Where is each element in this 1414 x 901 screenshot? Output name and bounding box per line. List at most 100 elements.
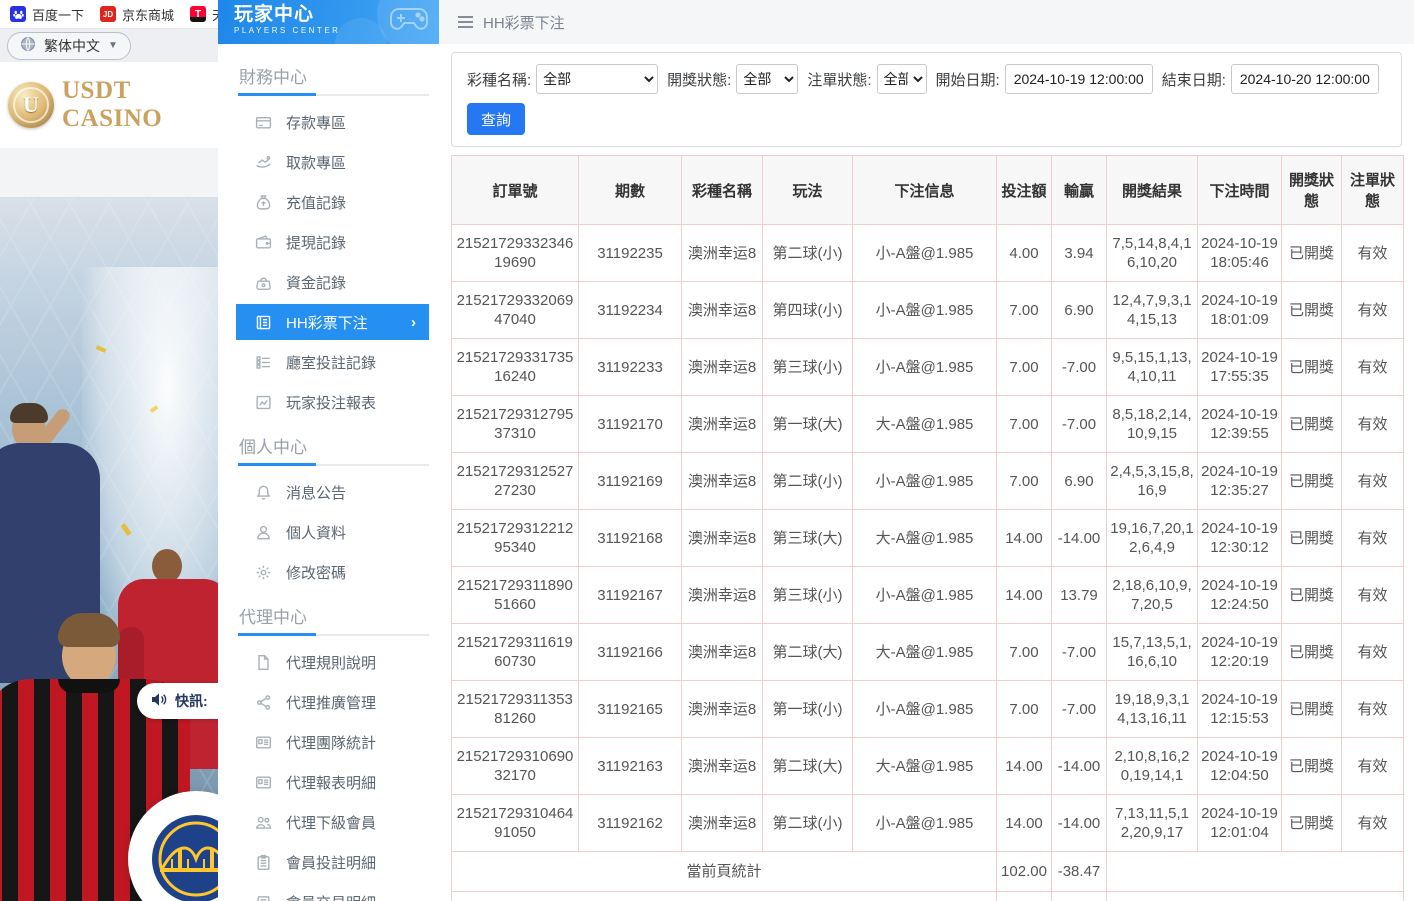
sidebar-item-取款專區[interactable]: 取款專區 <box>218 142 439 182</box>
table-cell: 2024-10-19 12:20:19 <box>1198 624 1282 681</box>
sidebar-item-代理規則說明[interactable]: 代理規則說明 <box>218 642 439 682</box>
sidebar-item-廳室投註記錄[interactable]: 廳室投註記錄 <box>218 342 439 382</box>
filter-panel: 彩種名稱: 全部 開獎狀態: 全部 注單狀態: 全部 開始日期: 結束日期: <box>451 52 1402 147</box>
sidebar-item-會員投註明細[interactable]: 會員投註明細 <box>218 842 439 882</box>
table-cell: 7.00 <box>997 396 1052 453</box>
table-cell: 第二球(小) <box>763 453 853 510</box>
table-cell: 2024-10-19 12:15:53 <box>1198 681 1282 738</box>
table-cell: 已開獎 <box>1282 282 1342 339</box>
sidebar-section-title: 財務中心 <box>218 58 439 94</box>
sidebar-item-會員交易明細[interactable]: 會員交易明細 <box>218 882 439 901</box>
summary-row: 總統計102.00-38.47 <box>452 892 1404 901</box>
table-cell: 有效 <box>1342 624 1404 681</box>
sidebar-item-提現記錄[interactable]: 提現記錄 <box>218 222 439 262</box>
gamepad-icon <box>389 5 429 36</box>
table-cell: 6.90 <box>1052 453 1107 510</box>
table-cell: 澳洲幸运8 <box>682 225 763 282</box>
sidebar-item-個人資料[interactable]: 個人資料 <box>218 512 439 552</box>
table-cell: 已開獎 <box>1282 225 1342 282</box>
main-content: HH彩票下注 彩種名稱: 全部 開獎狀態: 全部 注單狀態: 全部 開始日期: <box>439 0 1414 901</box>
bookmark-item[interactable]: 百度一下 <box>10 5 84 24</box>
language-label: 繁体中文 <box>44 36 100 56</box>
sidebar-item-充值記錄[interactable]: 充值記錄 <box>218 182 439 222</box>
bookmarks-bar: 百度一下 JD京东商城 T天猫 <box>0 0 218 28</box>
start-date-input[interactable] <box>1005 64 1153 94</box>
table-cell: 澳洲幸运8 <box>682 567 763 624</box>
table-cell: 有效 <box>1342 795 1404 852</box>
table-cell: 有效 <box>1342 225 1404 282</box>
table-cell: 澳洲幸运8 <box>682 624 763 681</box>
table-cell: 大-A盤@1.985 <box>853 396 997 453</box>
agent-promo-share-icon <box>255 694 272 711</box>
order-status-select[interactable]: 全部 <box>877 64 927 94</box>
table-cell: 第三球(小) <box>763 339 853 396</box>
table-cell: 有效 <box>1342 510 1404 567</box>
section-underline <box>238 94 429 96</box>
table-cell: 已開獎 <box>1282 453 1342 510</box>
sidebar-item-修改密碼[interactable]: 修改密碼 <box>218 552 439 592</box>
newsflash-pill[interactable]: 快訊: <box>137 683 218 719</box>
bookmark-item[interactable]: T天猫 <box>190 5 218 24</box>
table-cell: 已開獎 <box>1282 567 1342 624</box>
sidebar-item-資金記錄[interactable]: 資金記錄 <box>218 262 439 302</box>
search-button[interactable]: 查詢 <box>467 103 525 135</box>
table-cell: 19,18,9,3,14,13,16,11 <box>1107 681 1198 738</box>
column-header: 下注時間 <box>1198 156 1282 225</box>
table-cell: 2024-10-19 18:01:09 <box>1198 282 1282 339</box>
draw-status-filter-label: 開獎狀態: <box>667 69 731 90</box>
bookmark-item[interactable]: JD京东商城 <box>100 5 174 24</box>
hamburger-menu-icon[interactable] <box>458 16 473 28</box>
table-cell: 31192166 <box>579 624 682 681</box>
sidebar-item-代理下級會員[interactable]: 代理下級會員 <box>218 802 439 842</box>
lottery-select[interactable]: 全部 <box>536 64 658 94</box>
sidebar-item-代理團隊統計[interactable]: 代理團隊統計 <box>218 722 439 762</box>
hero-promo-image: 快訊: <box>0 197 218 901</box>
sidebar-header: 玩家中心 PLAYERS CENTER <box>218 0 439 44</box>
sidebar-item-玩家投注報表[interactable]: 玩家投注報表 <box>218 382 439 422</box>
sidebar-item-代理推廣管理[interactable]: 代理推廣管理 <box>218 682 439 722</box>
table-cell: 大-A盤@1.985 <box>853 738 997 795</box>
table-cell: 澳洲幸运8 <box>682 396 763 453</box>
warriors-logo-icon <box>150 813 218 901</box>
table-cell: 有效 <box>1342 567 1404 624</box>
sidebar-item-label: 取款專區 <box>286 152 346 173</box>
sidebar-item-代理報表明細[interactable]: 代理報表明細 <box>218 762 439 802</box>
bets-table: 訂單號期數彩種名稱玩法下注信息投注額輸贏開獎結果下注時間開獎狀態注單狀態 215… <box>451 155 1404 901</box>
table-cell: 有效 <box>1342 396 1404 453</box>
table-cell: 2024-10-19 12:04:50 <box>1198 738 1282 795</box>
table-cell: 3.94 <box>1052 225 1107 282</box>
start-date-label: 開始日期: <box>936 69 1000 90</box>
column-header: 開獎結果 <box>1107 156 1198 225</box>
usdt-coin-logo: U <box>8 82 54 128</box>
table-cell: 澳洲幸运8 <box>682 738 763 795</box>
table-cell: 第四球(小) <box>763 282 853 339</box>
sidebar-item-消息公告[interactable]: 消息公告 <box>218 472 439 512</box>
table-row: 215217293118905166031192167澳洲幸运8第三球(小)小-… <box>452 567 1404 624</box>
table-row: 215217293127953731031192170澳洲幸运8第一球(大)大-… <box>452 396 1404 453</box>
logo-area[interactable]: U USDT CASINO <box>0 62 218 148</box>
sidebar-item-label: 會員交易明細 <box>286 892 376 901</box>
main-header: HH彩票下注 <box>439 0 1414 44</box>
table-cell: -14.00 <box>1052 795 1107 852</box>
table-cell: 第二球(小) <box>763 795 853 852</box>
table-cell: 第二球(小) <box>763 225 853 282</box>
table-cell: 2152172931252727230 <box>452 453 579 510</box>
table-cell: 2152172931046491050 <box>452 795 579 852</box>
draw-status-select[interactable]: 全部 <box>736 64 798 94</box>
sidebar-item-存款專區[interactable]: 存款專區 <box>218 102 439 142</box>
column-header: 期數 <box>579 156 682 225</box>
language-selector[interactable]: 繁体中文 ▼ <box>7 32 131 60</box>
table-cell: 有效 <box>1342 738 1404 795</box>
table-row: 215217293122129534031192168澳洲幸运8第三球(大)大-… <box>452 510 1404 567</box>
table-cell: 2152172931221295340 <box>452 510 579 567</box>
agent-rules-doc-icon <box>255 654 272 671</box>
sidebar-item-label: 存款專區 <box>286 112 346 133</box>
sidebar: 玩家中心 PLAYERS CENTER 財務中心存款專區取款專區充值記錄提現記錄… <box>218 0 439 901</box>
end-date-input[interactable] <box>1231 64 1379 94</box>
order-status-filter-label: 注單狀態: <box>807 69 871 90</box>
hall-bet-record-icon <box>255 354 272 371</box>
sidebar-item-label: 代理下級會員 <box>286 812 376 833</box>
table-cell: 7.00 <box>997 453 1052 510</box>
table-cell: 有效 <box>1342 681 1404 738</box>
sidebar-item-HH彩票下注[interactable]: HH彩票下注› <box>236 304 429 340</box>
